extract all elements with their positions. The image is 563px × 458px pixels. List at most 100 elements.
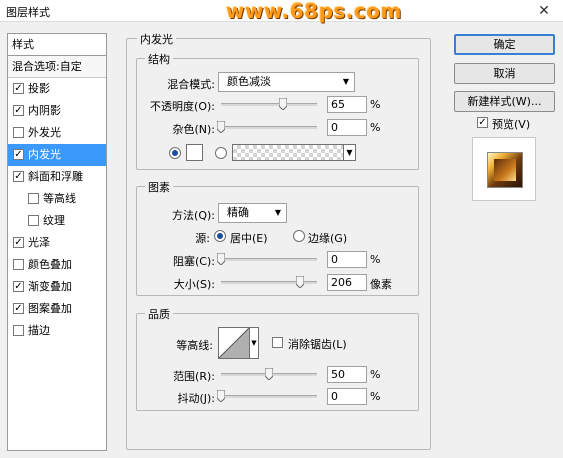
inner-glow-title: 内发光 xyxy=(137,31,176,47)
antialias-label[interactable]: 消除锯齿(L) xyxy=(288,336,347,352)
opacity-percent: % xyxy=(370,98,381,111)
source-label: 源: xyxy=(195,232,210,245)
style-item-label: 内发光 xyxy=(28,148,61,161)
contour-preview[interactable] xyxy=(218,327,250,359)
choke-slider[interactable] xyxy=(221,258,317,261)
style-item[interactable]: ✓ 斜面和浮雕 xyxy=(8,166,106,188)
slider-thumb[interactable] xyxy=(216,389,226,403)
slider-thumb[interactable] xyxy=(216,120,226,134)
gradient-dropdown[interactable]: ▼ xyxy=(343,144,356,161)
source-edge-label[interactable]: 边缘(G) xyxy=(308,230,347,246)
style-item[interactable]: ✓ 光泽 xyxy=(8,232,106,254)
style-item[interactable]: 纹理 xyxy=(8,210,106,232)
style-item[interactable]: 颜色叠加 xyxy=(8,254,106,276)
style-checkbox[interactable] xyxy=(13,259,24,270)
range-input[interactable]: 50 xyxy=(327,366,367,383)
jitter-label: 抖动(J): xyxy=(177,392,215,405)
jitter-slider[interactable] xyxy=(221,395,317,398)
cancel-button[interactable]: 取消 xyxy=(454,63,555,84)
style-checkbox[interactable]: ✓ xyxy=(13,105,24,116)
style-item-label: 渐变叠加 xyxy=(28,280,72,293)
slider-thumb[interactable] xyxy=(295,275,305,289)
noise-input[interactable]: 0 xyxy=(327,119,367,136)
style-item-label: 图案叠加 xyxy=(28,302,72,315)
source-center-radio[interactable] xyxy=(214,230,226,242)
title-bar: 图层样式 www.68ps.com ✕ xyxy=(0,0,563,23)
window-title: 图层样式 xyxy=(6,6,50,19)
style-item[interactable]: ✓ 图案叠加 xyxy=(8,298,106,320)
style-checkbox[interactable]: ✓ xyxy=(13,303,24,314)
style-item[interactable]: 描边 xyxy=(8,320,106,342)
choke-label: 阻塞(C): xyxy=(173,255,215,268)
style-item-label: 光泽 xyxy=(28,236,50,249)
styles-header[interactable]: 样式 xyxy=(8,34,106,56)
gradient-radio[interactable] xyxy=(215,147,227,159)
opacity-slider[interactable] xyxy=(221,103,317,106)
contour-curve-icon xyxy=(218,327,250,359)
color-swatch[interactable] xyxy=(186,144,203,161)
chevron-down-icon: ▼ xyxy=(274,208,281,217)
slider-thumb[interactable] xyxy=(278,97,288,111)
style-checkbox[interactable]: ✓ xyxy=(13,83,24,94)
contour-label: 等高线: xyxy=(176,339,213,352)
antialias-checkbox[interactable] xyxy=(272,337,283,348)
style-item[interactable]: ✓ 内阴影 xyxy=(8,100,106,122)
size-input[interactable]: 206 xyxy=(327,274,367,291)
style-item[interactable]: ✓ 渐变叠加 xyxy=(8,276,106,298)
slider-thumb[interactable] xyxy=(264,367,274,381)
style-checkbox[interactable]: ✓ xyxy=(13,237,24,248)
blending-options-item[interactable]: 混合选项:自定 xyxy=(8,56,106,78)
blend-mode-value: 颜色减淡 xyxy=(227,75,271,88)
opacity-label: 不透明度(O): xyxy=(150,100,215,113)
contour-dropdown[interactable]: ▼ xyxy=(249,327,259,359)
close-icon[interactable]: ✕ xyxy=(530,2,558,20)
blend-mode-select[interactable]: 颜色减淡 ▼ xyxy=(218,72,355,92)
style-item-label: 纹理 xyxy=(43,214,65,227)
method-label: 方法(Q): xyxy=(172,209,215,222)
chevron-down-icon: ▼ xyxy=(251,339,257,347)
elements-title: 图素 xyxy=(145,179,173,195)
styles-list-panel: 样式 混合选项:自定 ✓ 投影 ✓ 内阴影外发光 ✓ 内发光 ✓ 斜面和浮雕等高线纹理 ✓ 光泽颜… xyxy=(7,33,107,451)
choke-percent: % xyxy=(370,253,381,266)
method-select[interactable]: 精确 ▼ xyxy=(218,203,287,223)
noise-slider[interactable] xyxy=(221,126,317,129)
choke-input[interactable]: 0 xyxy=(327,251,367,268)
jitter-percent: % xyxy=(370,390,381,403)
quality-title: 品质 xyxy=(145,306,173,322)
chevron-down-icon: ▼ xyxy=(342,77,349,86)
gradient-swatch[interactable] xyxy=(232,144,344,161)
style-item-label: 等高线 xyxy=(43,192,76,205)
style-checkbox[interactable] xyxy=(13,325,24,336)
style-item[interactable]: 等高线 xyxy=(8,188,106,210)
method-value: 精确 xyxy=(227,206,249,219)
range-label: 范围(R): xyxy=(173,370,215,383)
style-item[interactable]: ✓ 内发光 xyxy=(8,144,106,166)
style-item-label: 描边 xyxy=(28,324,50,337)
style-item-label: 投影 xyxy=(28,82,50,95)
watermark: www.68ps.com xyxy=(226,0,402,23)
style-checkbox[interactable] xyxy=(13,127,24,138)
jitter-input[interactable]: 0 xyxy=(327,388,367,405)
blend-mode-label: 混合模式: xyxy=(167,78,215,91)
style-items: ✓ 投影 ✓ 内阴影外发光 ✓ 内发光 ✓ 斜面和浮雕等高线纹理 ✓ 光泽颜色叠加 ✓ 渐变叠加 ✓ 图案… xyxy=(8,78,106,342)
style-checkbox[interactable] xyxy=(28,215,39,226)
range-percent: % xyxy=(370,368,381,381)
ok-button[interactable]: 确定 xyxy=(454,34,555,55)
style-checkbox[interactable] xyxy=(28,193,39,204)
style-item-label: 内阴影 xyxy=(28,104,61,117)
preview-label[interactable]: 预览(V) xyxy=(492,116,530,132)
style-checkbox[interactable]: ✓ xyxy=(13,281,24,292)
opacity-input[interactable]: 65 xyxy=(327,96,367,113)
style-item-label: 外发光 xyxy=(28,126,61,139)
structure-title: 结构 xyxy=(145,51,173,67)
source-edge-radio[interactable] xyxy=(293,230,305,242)
source-center-label[interactable]: 居中(E) xyxy=(230,230,268,246)
style-item[interactable]: ✓ 投影 xyxy=(8,78,106,100)
style-item[interactable]: 外发光 xyxy=(8,122,106,144)
style-checkbox[interactable]: ✓ xyxy=(13,149,24,160)
color-radio[interactable] xyxy=(169,147,181,159)
preview-checkbox[interactable]: ✓ xyxy=(477,117,488,128)
style-checkbox[interactable]: ✓ xyxy=(13,171,24,182)
slider-thumb[interactable] xyxy=(216,252,226,266)
new-style-button[interactable]: 新建样式(W)... xyxy=(454,91,555,112)
